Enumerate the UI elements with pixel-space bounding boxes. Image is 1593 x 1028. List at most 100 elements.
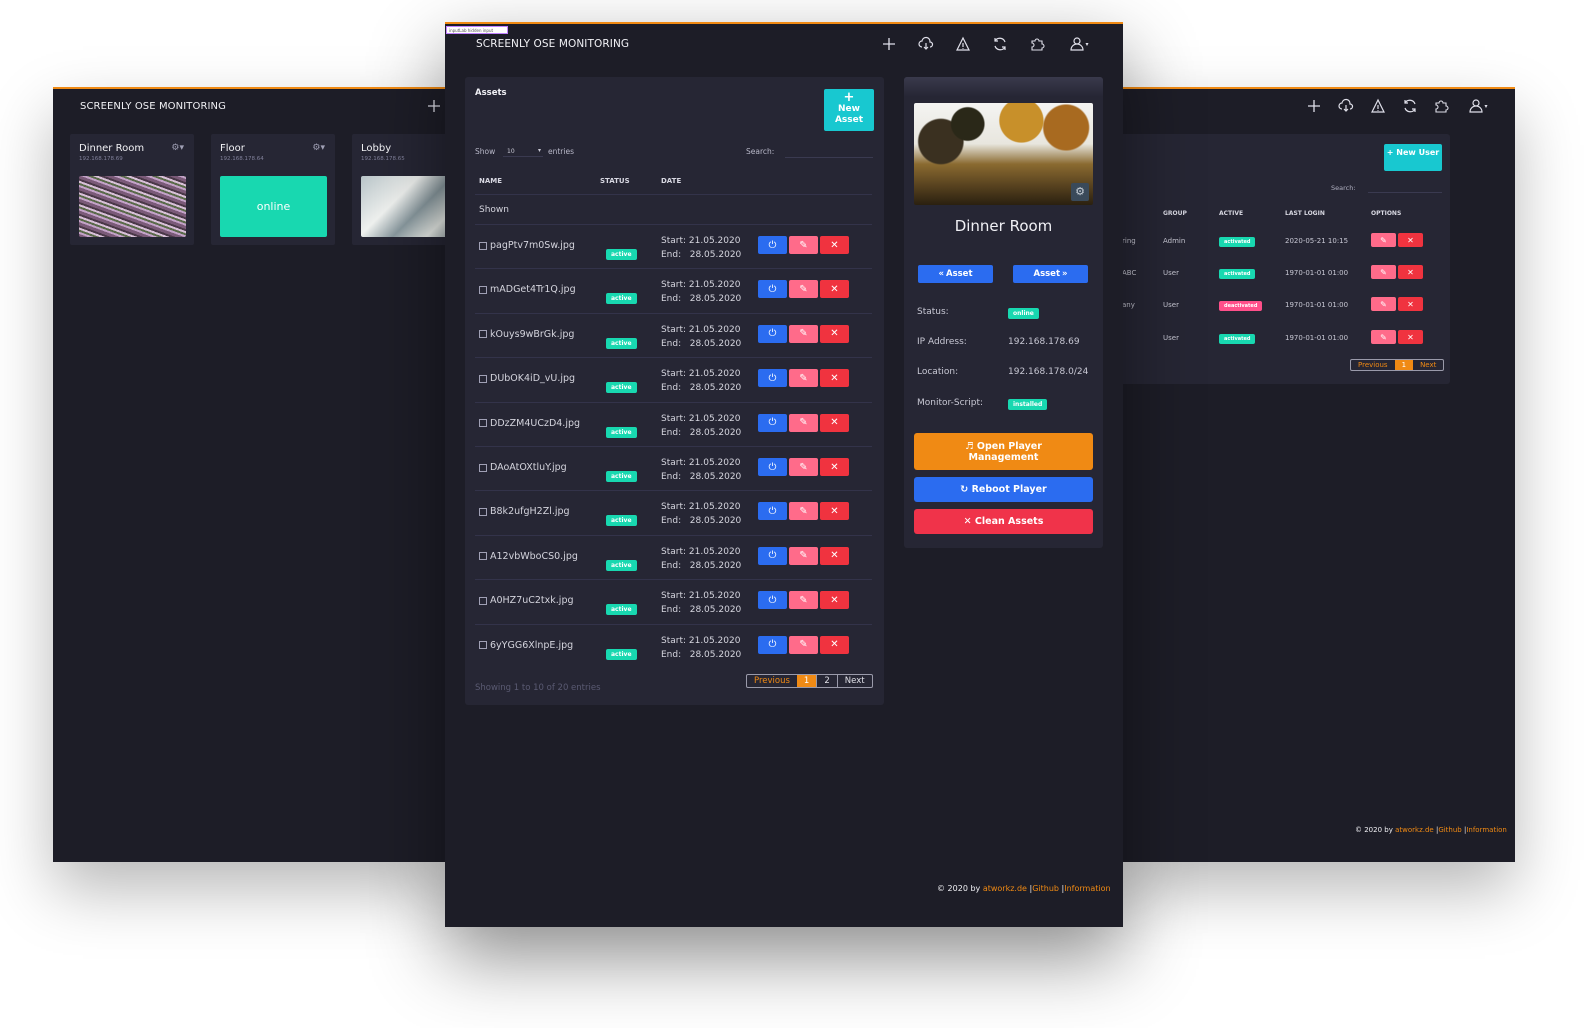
edit-asset-button[interactable]: ✎ <box>789 324 818 343</box>
app-title[interactable]: SCREENLY OSE MONITORING <box>476 38 629 50</box>
next-page[interactable]: Next <box>836 675 872 687</box>
delete-user-button[interactable]: ✕ <box>1398 330 1423 344</box>
toggle-power-button[interactable]: ⏻ <box>758 280 787 299</box>
edit-user-button[interactable]: ✎ <box>1371 265 1396 279</box>
toggle-power-button[interactable]: ⏻ <box>758 458 787 476</box>
asset-name[interactable]: kOuys9wBrGk.jpg <box>479 329 574 340</box>
puzzle-icon[interactable] <box>1431 96 1451 116</box>
toggle-power-button[interactable]: ⏻ <box>758 369 787 388</box>
chevron-down-icon: ▾ <box>537 147 541 154</box>
gear-icon[interactable]: ⚙▾ <box>312 143 325 153</box>
col-options[interactable]: OPTIONS <box>1371 210 1401 217</box>
edit-user-button[interactable]: ✎ <box>1371 233 1396 247</box>
delete-asset-button[interactable]: ✕ <box>820 369 849 388</box>
footer-github-link[interactable]: Github <box>1438 826 1461 834</box>
gear-icon[interactable]: ⚙ <box>1071 183 1089 201</box>
reboot-player-button[interactable]: ↻ Reboot Player <box>914 477 1093 502</box>
footer-github-link[interactable]: Github <box>1032 884 1059 893</box>
delete-user-button[interactable]: ✕ <box>1398 265 1423 279</box>
upload-warning-icon[interactable] <box>1368 96 1388 116</box>
footer-company-link[interactable]: atworkz.de <box>1395 826 1434 834</box>
delete-asset-button[interactable]: ✕ <box>820 324 849 343</box>
cloud-download-icon[interactable] <box>916 34 936 54</box>
plus-icon[interactable] <box>424 96 444 116</box>
delete-asset-button[interactable]: ✕ <box>820 591 849 610</box>
delete-asset-button[interactable]: ✕ <box>820 413 849 432</box>
plus-icon[interactable] <box>879 34 899 54</box>
users-search-input[interactable] <box>1368 192 1442 193</box>
edit-asset-button[interactable]: ✎ <box>789 236 818 254</box>
asset-name[interactable]: 6yYGG6XlnpE.jpg <box>479 640 573 651</box>
entries-select[interactable]: 10 ▾ <box>503 145 543 157</box>
footer-company-link[interactable]: atworkz.de <box>983 884 1027 893</box>
edit-asset-button[interactable]: ✎ <box>789 546 818 565</box>
edit-asset-button[interactable]: ✎ <box>789 458 818 476</box>
asset-name[interactable]: pagPtv7m0Sw.jpg <box>479 240 575 251</box>
gear-icon[interactable]: ⚙▾ <box>171 143 184 153</box>
asset-name[interactable]: B8k2ufgH2Zl.jpg <box>479 506 570 517</box>
refresh-icon[interactable] <box>990 34 1010 54</box>
asset-name[interactable]: A0HZ7uC2txk.jpg <box>479 595 574 606</box>
clean-assets-button[interactable]: ✕ Clean Assets <box>914 509 1093 534</box>
delete-asset-button[interactable]: ✕ <box>820 635 849 654</box>
delete-asset-button[interactable]: ✕ <box>820 546 849 565</box>
toggle-power-button[interactable]: ⏻ <box>758 546 787 565</box>
users-prev-page[interactable]: Previous <box>1351 360 1395 370</box>
player-card-floor[interactable]: Floor 192.168.178.64 ⚙▾ online <box>211 134 335 245</box>
page-2[interactable]: 2 <box>816 675 836 687</box>
asset-name[interactable]: DDzZM4UCzD4.jpg <box>479 418 580 429</box>
edit-user-button[interactable]: ✎ <box>1371 330 1396 344</box>
asset-name[interactable]: mADGet4Tr1Q.jpg <box>479 284 576 295</box>
search-input[interactable] <box>785 157 873 158</box>
cloud-download-icon[interactable] <box>1336 96 1356 116</box>
edit-asset-button[interactable]: ✎ <box>789 413 818 432</box>
edit-user-button[interactable]: ✎ <box>1371 297 1396 311</box>
edit-asset-button[interactable]: ✎ <box>789 280 818 299</box>
toggle-power-button[interactable]: ⏻ <box>758 413 787 432</box>
player-card-dinner-room[interactable]: Dinner Room 192.168.178.69 ⚙▾ <box>70 134 194 245</box>
delete-asset-button[interactable]: ✕ <box>820 502 849 521</box>
users-next-page[interactable]: Next <box>1413 360 1443 370</box>
puzzle-icon[interactable] <box>1027 34 1047 54</box>
col-last-login[interactable]: LAST LOGIN <box>1285 210 1325 217</box>
app-title[interactable]: SCREENLY OSE MONITORING <box>80 101 226 112</box>
col-status[interactable]: STATUS <box>600 177 630 185</box>
toggle-power-button[interactable]: ⏻ <box>758 236 787 254</box>
footer-information-link[interactable]: Information <box>1064 884 1110 893</box>
player-card-lobby[interactable]: Lobby 192.168.178.65 <box>352 134 448 245</box>
page-1[interactable]: 1 <box>796 675 817 687</box>
toggle-power-button[interactable]: ⏻ <box>758 591 787 610</box>
edit-asset-button[interactable]: ✎ <box>789 591 818 610</box>
prev-page[interactable]: Previous <box>747 675 797 687</box>
delete-asset-button[interactable]: ✕ <box>820 236 849 254</box>
footer-information-link[interactable]: Information <box>1466 826 1507 834</box>
upload-warning-icon[interactable] <box>953 34 973 54</box>
open-player-management-button[interactable]: ♬ Open Player Management <box>914 433 1093 470</box>
plus-icon[interactable] <box>1304 96 1324 116</box>
toggle-power-button[interactable]: ⏻ <box>758 502 787 521</box>
next-asset-button[interactable]: Asset» <box>1013 265 1088 283</box>
delete-user-button[interactable]: ✕ <box>1398 297 1423 311</box>
users-page-1[interactable]: 1 <box>1394 360 1414 370</box>
delete-user-button[interactable]: ✕ <box>1398 233 1423 247</box>
delete-asset-button[interactable]: ✕ <box>820 458 849 476</box>
edit-asset-button[interactable]: ✎ <box>789 369 818 388</box>
new-asset-button[interactable]: + New Asset <box>824 89 874 131</box>
asset-name[interactable]: DUbOK4iD_vU.jpg <box>479 373 575 384</box>
prev-asset-button[interactable]: «Asset <box>918 265 993 283</box>
edit-asset-button[interactable]: ✎ <box>789 635 818 654</box>
toggle-power-button[interactable]: ⏻ <box>758 324 787 343</box>
toggle-power-button[interactable]: ⏻ <box>758 635 787 654</box>
refresh-icon[interactable] <box>1400 96 1420 116</box>
user-menu-icon[interactable]: ▾ <box>1464 96 1492 116</box>
col-date[interactable]: DATE <box>661 177 681 185</box>
col-active[interactable]: ACTIVE <box>1219 210 1243 217</box>
asset-name[interactable]: A12vbWboCS0.jpg <box>479 551 578 562</box>
user-menu-icon[interactable]: ▾ <box>1065 34 1093 54</box>
asset-name[interactable]: DAoAtOXtluY.jpg <box>479 462 567 473</box>
new-user-button[interactable]: + New User <box>1384 144 1442 171</box>
edit-asset-button[interactable]: ✎ <box>789 502 818 521</box>
delete-asset-button[interactable]: ✕ <box>820 280 849 299</box>
col-group[interactable]: GROUP <box>1163 210 1187 217</box>
col-name[interactable]: NAME <box>479 177 502 185</box>
